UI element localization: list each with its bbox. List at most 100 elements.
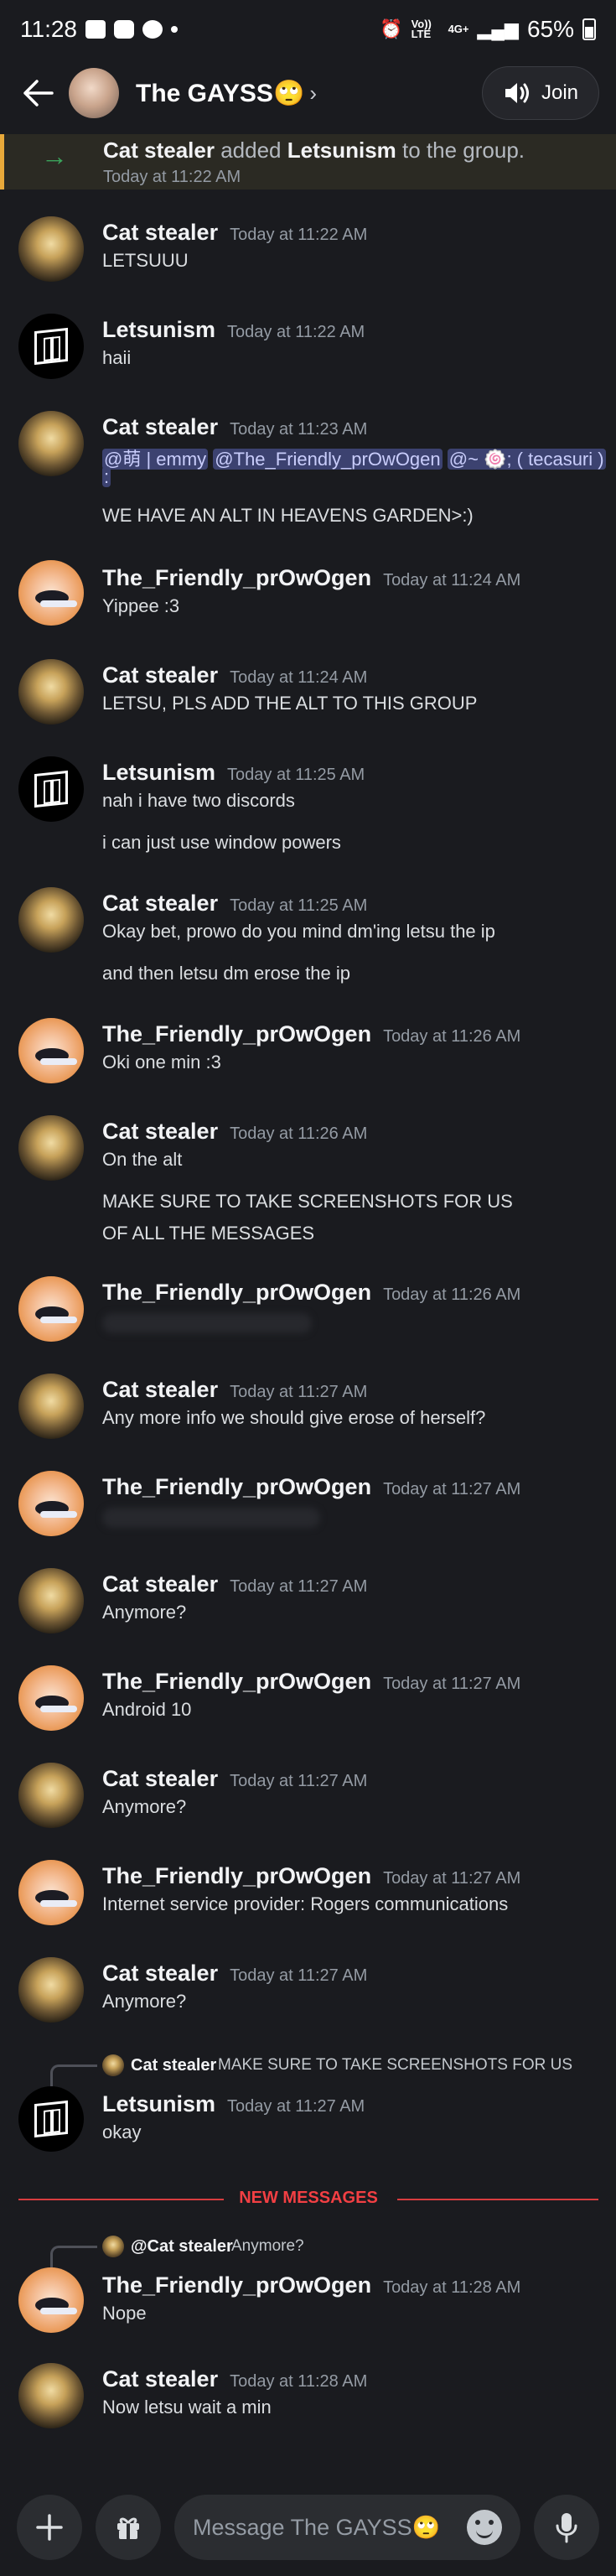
group-title[interactable]: The GAYSS🙄 <box>136 79 304 108</box>
message-author[interactable]: Cat stealer Today at 11:25 AM <box>102 891 367 917</box>
message-text: Anymore? <box>102 1602 187 1623</box>
message-text: Now letsu wait a min <box>102 2397 272 2418</box>
reply-reference[interactable]: @Cat stealer Anymore? <box>50 2234 386 2267</box>
voice-button[interactable] <box>534 2495 599 2560</box>
avatar[interactable] <box>18 1115 84 1181</box>
message-author[interactable]: Cat stealer Today at 11:26 AM <box>102 1119 367 1145</box>
message[interactable]: Cat stealer Today at 11:27 AM Anymore? <box>0 1950 616 2043</box>
message-text: On the alt <box>102 1149 183 1170</box>
message-author[interactable]: The_Friendly_prOwOgen Today at 11:26 AM <box>102 1280 520 1306</box>
battery-icon <box>582 18 596 40</box>
message-author[interactable]: The_Friendly_prOwOgen Today at 11:27 AM <box>102 1863 520 1889</box>
notification-dot-icon <box>171 26 178 33</box>
message[interactable]: Cat stealer Today at 11:22 AM LETSUUU <box>0 210 616 302</box>
mention-line: @萌 | emmy @The_Friendly_prOwOgen @~ 🍥; (… <box>102 444 606 471</box>
system-action: added <box>220 138 282 163</box>
message[interactable]: Cat stealer Today at 11:27 AM Anymore? <box>0 1756 616 1848</box>
message-text: i can just use window powers <box>102 832 341 853</box>
reply-reference[interactable]: Cat stealer MAKE SURE TO TAKE SCREENSHOT… <box>50 2053 603 2086</box>
back-button[interactable] <box>17 72 59 114</box>
message-author[interactable]: The_Friendly_prOwOgen Today at 11:28 AM <box>102 2272 520 2298</box>
mention[interactable]: : <box>102 466 111 487</box>
message[interactable]: The_Friendly_prOwOgen Today at 11:27 AM I… <box>0 1853 616 1945</box>
attach-button[interactable] <box>17 2495 82 2560</box>
message[interactable]: Cat stealer Today at 11:23 AM @萌 | emmy @… <box>0 404 616 547</box>
message-input[interactable]: Message The GAYSS🙄 <box>174 2495 520 2560</box>
message[interactable]: Cat stealer Today at 11:27 AM Anymore? <box>0 1561 616 1654</box>
message[interactable]: Cat stealer Today at 11:27 AM Any more in… <box>0 1367 616 1459</box>
message-author[interactable]: Cat stealer Today at 11:22 AM <box>102 220 367 246</box>
message-author[interactable]: The_Friendly_prOwOgen Today at 11:27 AM <box>102 1474 520 1500</box>
message[interactable]: The_Friendly_prOwOgen Today at 11:27 AM A… <box>0 1659 616 1751</box>
avatar[interactable] <box>18 560 84 626</box>
message-author[interactable]: The_Friendly_prOwOgen Today at 11:26 AM <box>102 1021 520 1047</box>
avatar[interactable] <box>18 1860 84 1925</box>
avatar[interactable] <box>18 1018 84 1083</box>
avatar[interactable] <box>18 1471 84 1536</box>
message[interactable]: Cat stealer Today at 11:26 AM On the alt … <box>0 1109 616 1268</box>
message-text: Anymore? <box>102 1796 187 1817</box>
avatar[interactable] <box>18 1957 84 2023</box>
avatar[interactable] <box>18 411 84 476</box>
message-text: Anymore? <box>102 1991 187 2012</box>
message[interactable]: The_Friendly_prOwOgen Today at 11:26 AM O… <box>0 1011 616 1104</box>
avatar[interactable] <box>18 216 84 282</box>
message-author[interactable]: Letsunism Today at 11:27 AM <box>102 2091 365 2117</box>
new-messages-label: NEW MESSAGES <box>239 2189 378 2207</box>
avatar[interactable] <box>18 1276 84 1342</box>
message[interactable]: Cat stealer Today at 11:24 AM LETSU, PLS … <box>0 652 616 745</box>
message-time: Today at 11:27 AM <box>230 1966 368 1985</box>
youtube-icon <box>114 20 134 39</box>
message-author[interactable]: Cat stealer Today at 11:27 AM <box>102 1766 367 1792</box>
emoji-icon[interactable] <box>467 2510 502 2545</box>
system-actor[interactable]: Cat stealer <box>103 138 215 163</box>
avatar[interactable] <box>18 2363 84 2428</box>
avatar[interactable] <box>18 314 84 379</box>
message[interactable]: The_Friendly_prOwOgen Today at 11:26 AM <box>0 1270 616 1362</box>
status-time: 11:28 <box>20 16 77 42</box>
mention[interactable]: @萌 | emmy <box>102 449 209 470</box>
avatar[interactable] <box>18 887 84 953</box>
message-time: Today at 11:25 AM <box>227 766 365 784</box>
message-author[interactable]: Cat stealer Today at 11:23 AM <box>102 414 367 440</box>
message[interactable]: The_Friendly_prOwOgen Today at 11:24 AM Y… <box>0 548 616 641</box>
dnd-icon <box>142 20 163 39</box>
message-author[interactable]: Letsunism Today at 11:22 AM <box>102 317 365 343</box>
message[interactable]: Cat stealer Today at 11:25 AM Okay bet, p… <box>0 880 616 1006</box>
mention[interactable]: @The_Friendly_prOwOgen <box>213 449 443 470</box>
reply-author: @Cat stealer <box>131 2237 233 2256</box>
avatar[interactable] <box>18 1665 84 1731</box>
avatar[interactable] <box>18 1763 84 1828</box>
message-time: Today at 11:26 AM <box>230 1124 368 1143</box>
reply-message[interactable]: Cat stealer MAKE SURE TO TAKE SCREENSHOT… <box>0 2053 616 2170</box>
message-author[interactable]: Cat stealer Today at 11:28 AM <box>102 2366 367 2392</box>
gift-button[interactable] <box>96 2495 161 2560</box>
message-author[interactable]: The_Friendly_prOwOgen Today at 11:27 AM <box>102 1669 520 1695</box>
avatar[interactable] <box>18 756 84 822</box>
message-author[interactable]: The_Friendly_prOwOgen Today at 11:24 AM <box>102 565 520 591</box>
message-author[interactable]: Cat stealer Today at 11:27 AM <box>102 1961 367 1987</box>
chevron-right-icon[interactable]: › <box>309 80 317 106</box>
message-author[interactable]: Cat stealer Today at 11:27 AM <box>102 1571 367 1597</box>
message[interactable]: The_Friendly_prOwOgen Today at 11:27 AM <box>0 1464 616 1556</box>
avatar[interactable] <box>18 659 84 724</box>
message-author[interactable]: Letsunism Today at 11:25 AM <box>102 760 365 786</box>
join-label: Join <box>541 81 579 104</box>
mention[interactable]: @~ 🍥; ( tecasuri ) <box>447 449 606 470</box>
avatar[interactable] <box>18 1568 84 1633</box>
message-time: Today at 11:22 AM <box>227 323 365 341</box>
join-call-button[interactable]: Join <box>482 66 599 120</box>
reply-message[interactable]: @Cat stealer Anymore? The_Friendly_prOwO… <box>0 2234 616 2343</box>
message[interactable]: Letsunism Today at 11:25 AM nah i have tw… <box>0 750 616 875</box>
message-author[interactable]: Cat stealer Today at 11:24 AM <box>102 662 367 688</box>
message[interactable]: Letsunism Today at 11:22 AM haii <box>0 307 616 399</box>
avatar[interactable] <box>18 2086 84 2152</box>
redacted-content <box>102 1508 320 1528</box>
avatar[interactable] <box>18 2267 84 2333</box>
avatar[interactable] <box>18 1374 84 1439</box>
system-target[interactable]: Letsunism <box>287 138 396 163</box>
plus-icon <box>36 2514 63 2541</box>
message[interactable]: Cat stealer Today at 11:28 AM Now letsu w… <box>0 2356 616 2449</box>
message-author[interactable]: Cat stealer Today at 11:27 AM <box>102 1377 367 1403</box>
group-avatar[interactable] <box>69 68 119 118</box>
